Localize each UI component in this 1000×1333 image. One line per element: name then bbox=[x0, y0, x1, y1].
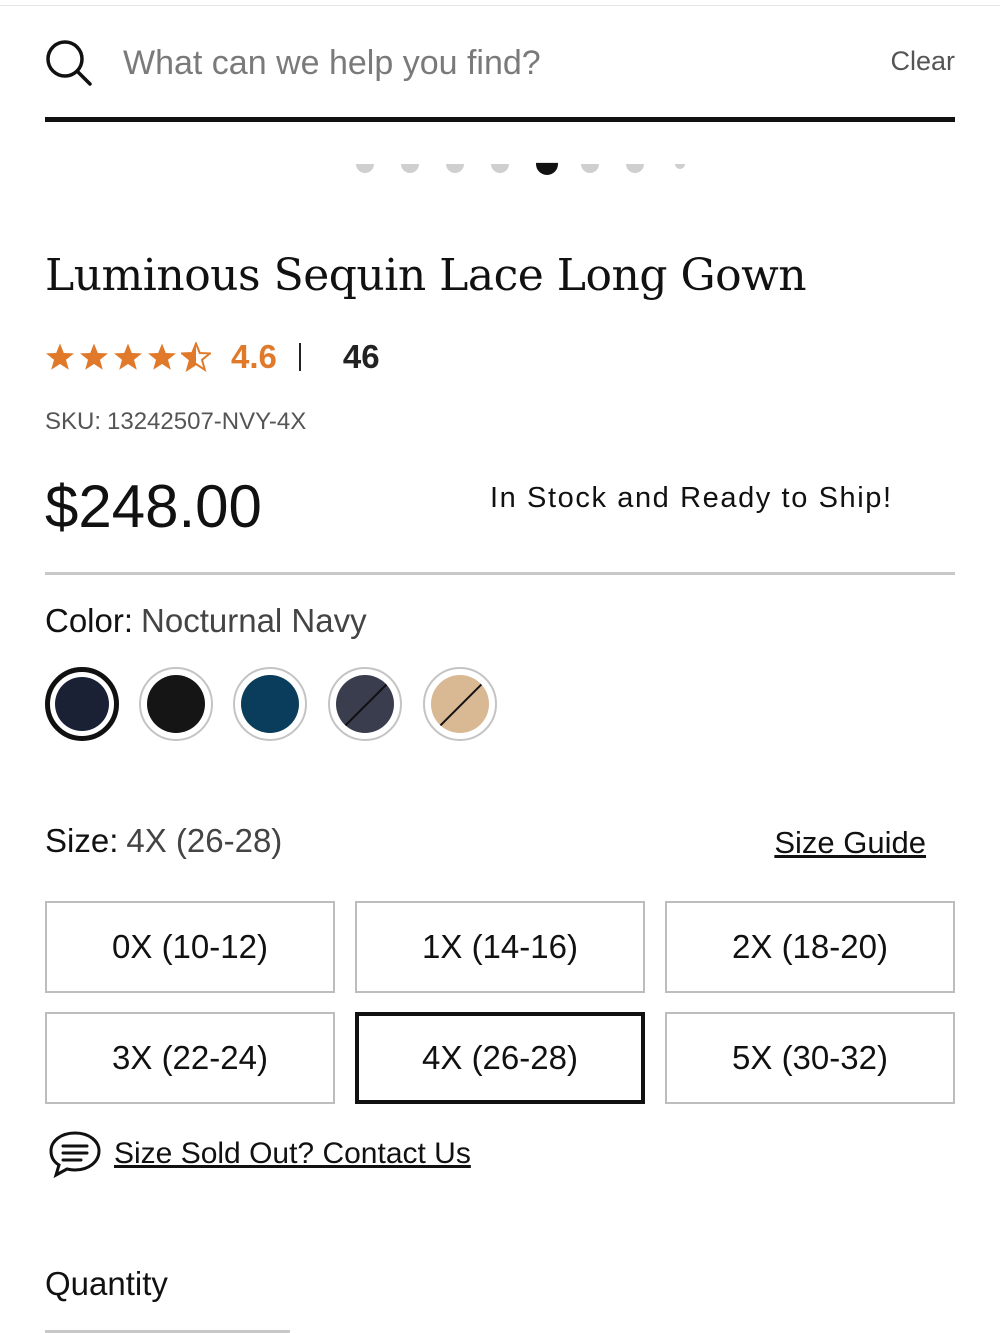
carousel-dot-active[interactable] bbox=[536, 162, 558, 175]
color-swatch-fill bbox=[147, 675, 205, 733]
size-guide-link[interactable]: Size Guide bbox=[774, 825, 926, 861]
color-swatch-fill bbox=[431, 675, 489, 733]
size-option-button[interactable]: 5X (30-32) bbox=[665, 1012, 955, 1104]
carousel-dot[interactable] bbox=[581, 164, 599, 173]
star-full-icon bbox=[114, 343, 142, 370]
size-option-button[interactable]: 1X (14-16) bbox=[355, 901, 645, 993]
unavailable-slash-icon bbox=[437, 681, 485, 729]
color-swatch[interactable] bbox=[139, 667, 213, 741]
star-full-icon bbox=[80, 343, 108, 370]
product-price: $248.00 bbox=[45, 473, 262, 540]
rating-value: 4.6 bbox=[231, 338, 277, 375]
top-divider bbox=[0, 5, 1000, 6]
color-swatch[interactable] bbox=[45, 667, 119, 741]
review-count-link[interactable]: 46 bbox=[343, 338, 380, 376]
star-full-icon bbox=[46, 343, 74, 370]
search-input[interactable] bbox=[123, 38, 823, 88]
clear-button[interactable]: Clear bbox=[890, 46, 955, 77]
size-sold-out-contact-link[interactable]: Size Sold Out? Contact Us bbox=[48, 1128, 471, 1180]
color-swatch-unavailable[interactable] bbox=[423, 667, 497, 741]
color-swatch-fill bbox=[55, 677, 109, 731]
sku-value: 13242507-NVY-4X bbox=[107, 408, 307, 435]
size-sold-out-label: Size Sold Out? Contact Us bbox=[114, 1137, 471, 1170]
product-title: Luminous Sequin Lace Long Gown bbox=[45, 250, 807, 301]
color-swatch-unavailable[interactable] bbox=[328, 667, 402, 741]
color-swatch[interactable] bbox=[233, 667, 307, 741]
star-full-icon bbox=[148, 343, 176, 370]
carousel-dot[interactable] bbox=[491, 164, 509, 173]
selected-size-value: 4X (26-28) bbox=[126, 822, 283, 859]
quantity-label: Quantity bbox=[45, 1265, 168, 1302]
size-option-button[interactable]: 4X (26-28) bbox=[355, 1012, 645, 1104]
chat-bubble-icon bbox=[49, 1131, 101, 1179]
sku-label: SKU: bbox=[45, 408, 102, 435]
star-half-icon bbox=[181, 342, 211, 372]
carousel-dot[interactable] bbox=[675, 164, 685, 169]
product-sku: SKU: 13242507-NVY-4X bbox=[45, 408, 306, 436]
size-label: Size: bbox=[45, 822, 119, 859]
stock-status: In Stock and Ready to Ship! bbox=[490, 482, 893, 514]
carousel-dot[interactable] bbox=[356, 164, 374, 173]
rating-separator bbox=[298, 343, 301, 371]
size-option-button[interactable]: 0X (10-12) bbox=[45, 901, 335, 993]
size-selector-label: Size: 4X (26-28) bbox=[45, 822, 282, 860]
size-option-button[interactable]: 3X (22-24) bbox=[45, 1012, 335, 1104]
search-bar: Clear bbox=[45, 30, 955, 122]
color-selector-label: Color: Nocturnal Navy bbox=[45, 602, 367, 640]
image-carousel-dots bbox=[0, 155, 1000, 185]
carousel-dot[interactable] bbox=[446, 164, 464, 173]
rating-stars[interactable] bbox=[45, 342, 211, 372]
color-label: Color: bbox=[45, 602, 134, 639]
section-divider bbox=[45, 572, 955, 575]
search-icon[interactable] bbox=[45, 39, 93, 87]
color-swatch-fill bbox=[336, 675, 394, 733]
size-option-button[interactable]: 2X (18-20) bbox=[665, 901, 955, 993]
unavailable-slash-icon bbox=[342, 681, 390, 729]
selected-color-name: Nocturnal Navy bbox=[141, 602, 367, 639]
product-rating: 4.6 46 bbox=[45, 335, 380, 379]
color-swatch-fill bbox=[241, 675, 299, 733]
carousel-dot[interactable] bbox=[626, 164, 644, 173]
carousel-dot[interactable] bbox=[401, 164, 419, 173]
